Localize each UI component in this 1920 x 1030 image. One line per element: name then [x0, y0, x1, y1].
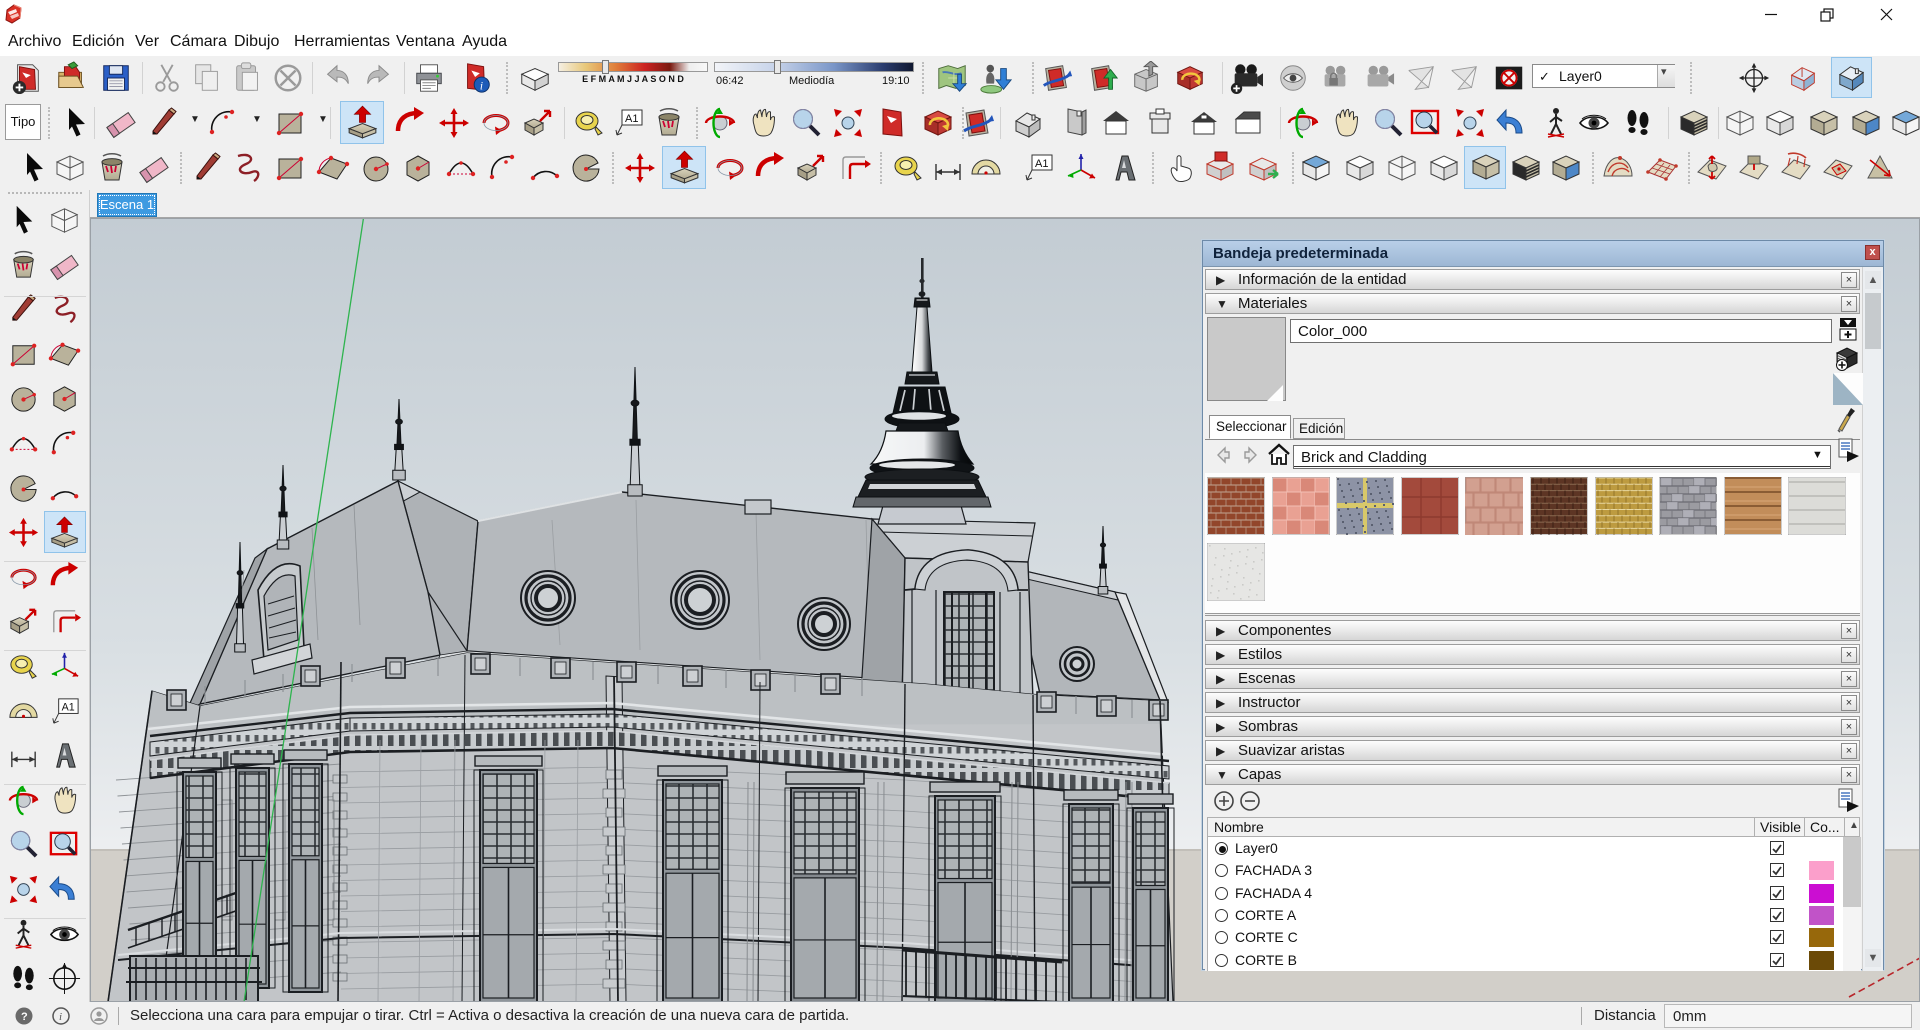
svg-text:?: ?	[21, 1011, 28, 1023]
svg-text:i: i	[59, 1011, 62, 1023]
